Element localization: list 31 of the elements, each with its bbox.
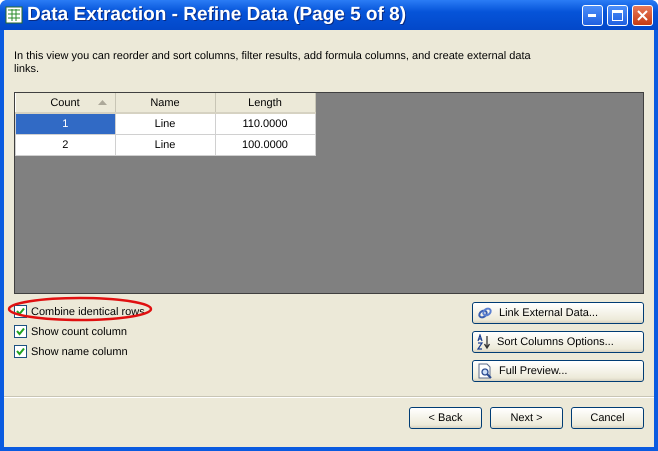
column-header[interactable]: Count — [16, 93, 115, 113]
nav-button[interactable]: Next > — [490, 407, 563, 429]
action-button[interactable]: Full Preview... — [472, 360, 644, 382]
checkbox-label[interactable]: Show count column — [31, 326, 127, 338]
close-icon — [637, 10, 648, 20]
checkbox[interactable] — [14, 325, 27, 338]
table-cell: Line — [115, 134, 215, 156]
table-cell: 100.0000 — [215, 134, 315, 156]
nav-button[interactable]: < Back — [409, 407, 482, 429]
close-button[interactable] — [632, 4, 653, 26]
checkbox[interactable] — [14, 345, 27, 358]
table-cell: 2 — [16, 134, 115, 156]
column-header[interactable]: Name — [115, 93, 215, 113]
minimize-button[interactable] — [582, 4, 603, 26]
chain-link-icon — [477, 306, 493, 320]
action-button[interactable]: Sort Columns Options... — [472, 331, 644, 353]
table-cell: 110.0000 — [215, 113, 315, 134]
maximize-icon — [612, 10, 623, 20]
maximize-button[interactable] — [607, 4, 628, 26]
sort-icon — [477, 334, 491, 350]
column-header[interactable]: Length — [215, 93, 315, 113]
preview-icon — [477, 363, 493, 379]
table-cell: Line — [115, 113, 215, 134]
window-title: Data Extraction - Refine Data (Page 5 of 8) — [27, 4, 408, 26]
table-cell: 1 — [16, 113, 115, 134]
description-text: In this view you can reorder and sort columns, filter results, add formula columns, and create external data links. — [14, 50, 532, 76]
minimize-icon — [588, 14, 597, 16]
app-icon — [5, 6, 23, 24]
checkbox-label[interactable]: Show name column — [31, 346, 128, 358]
action-button[interactable]: Link External Data... — [472, 302, 644, 324]
nav-button[interactable]: Cancel — [571, 407, 644, 429]
